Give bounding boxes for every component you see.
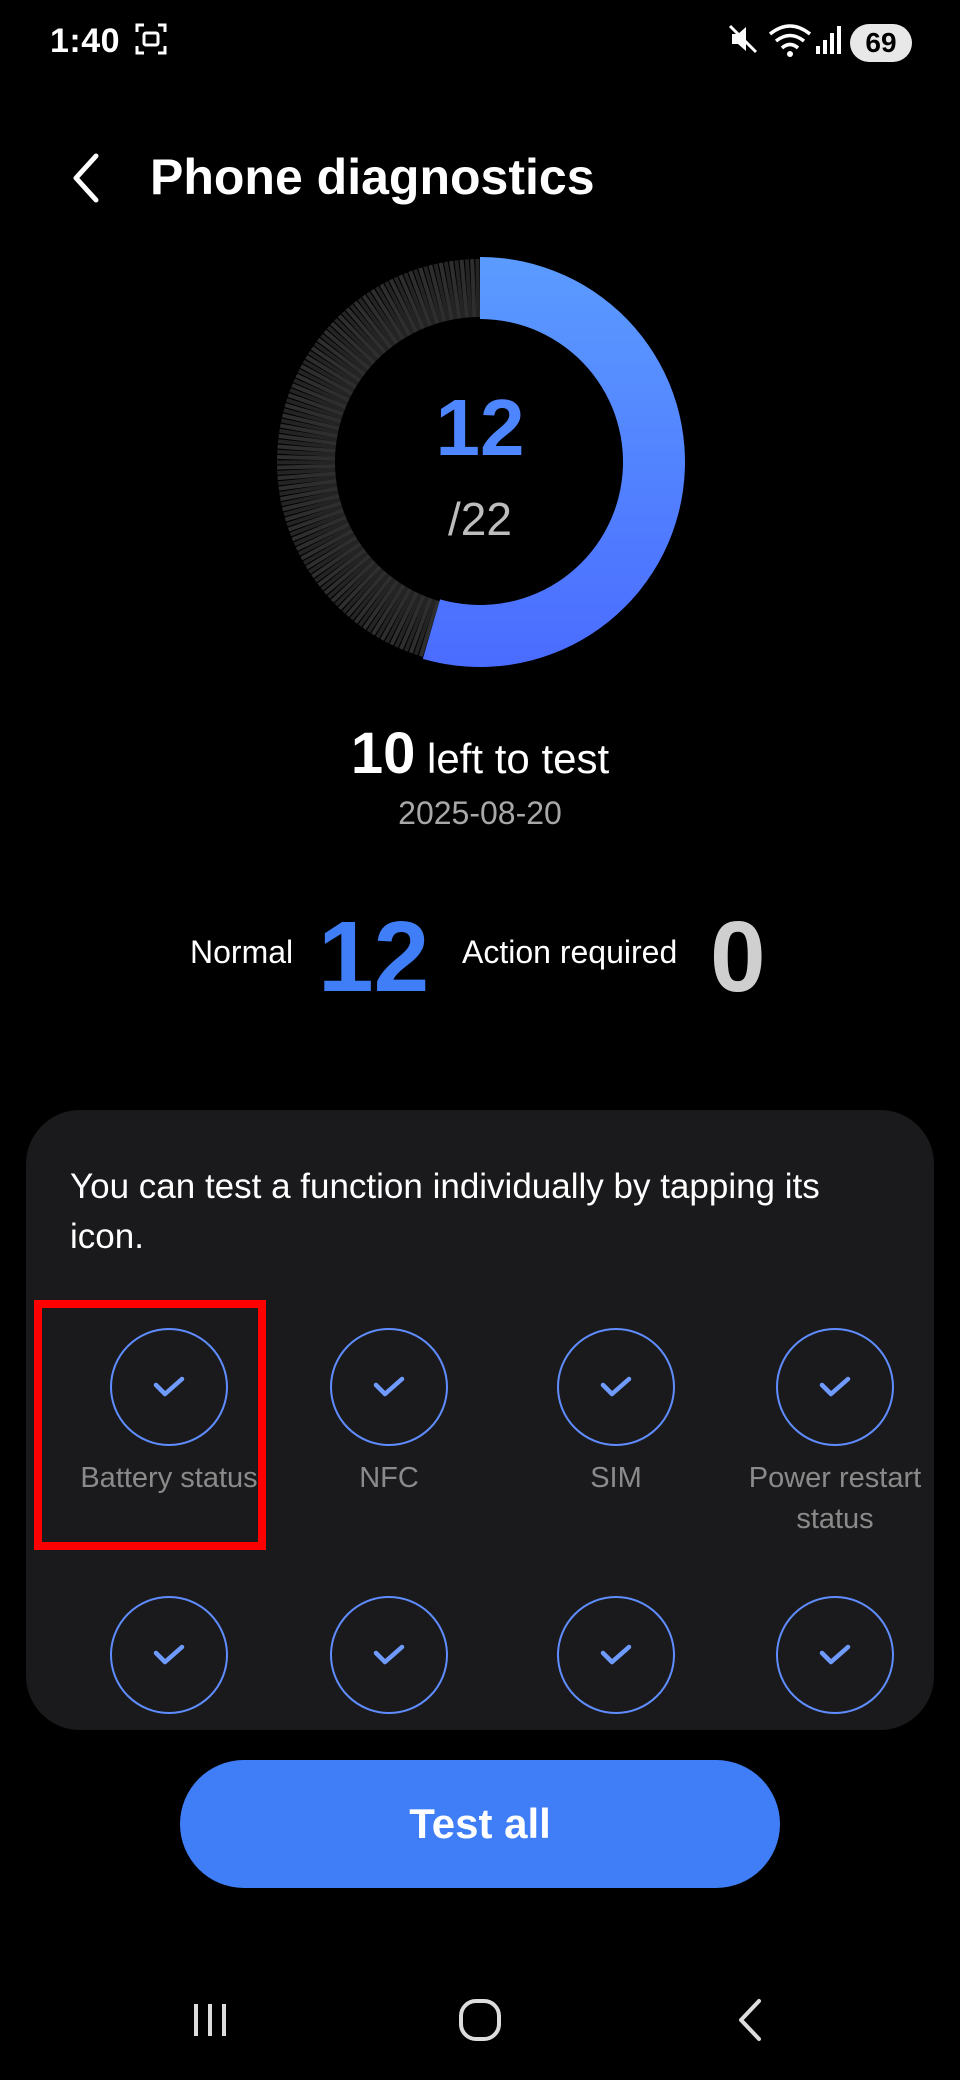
result-summary: Normal 12 Action required 0	[0, 900, 960, 1013]
recents-icon	[194, 2004, 226, 2036]
test-nfc[interactable]: NFC	[279, 1328, 499, 1499]
header: Phone diagnostics	[0, 130, 960, 220]
ring-tick	[470, 259, 477, 318]
normal-count: 12	[318, 901, 430, 1013]
test-label: SIM	[590, 1462, 642, 1494]
check-icon	[600, 1376, 632, 1397]
check-icon	[600, 1644, 632, 1665]
remaining-count: 10	[350, 721, 416, 786]
mute-icon	[728, 24, 758, 54]
total-count: /22	[448, 493, 512, 545]
check-icon	[819, 1376, 851, 1397]
normal-label: Normal	[190, 934, 294, 970]
test-date: 2025-08-20	[398, 795, 562, 831]
action-required-count: 0	[710, 901, 766, 1013]
nav-back-button[interactable]	[710, 1980, 790, 2060]
status-bar: 1:40 69	[0, 0, 960, 90]
check-icon	[819, 1644, 851, 1665]
signal-icon	[816, 26, 841, 54]
test-circle	[776, 1596, 894, 1714]
check-icon	[153, 1644, 185, 1665]
remaining-label: left to test	[427, 735, 610, 782]
back-button[interactable]	[62, 150, 112, 206]
check-icon	[373, 1644, 405, 1665]
test-all-button[interactable]: Test all	[180, 1760, 780, 1888]
test-label: Power restart status	[748, 1462, 922, 1535]
highlight-box	[34, 1300, 266, 1550]
test-item-row2-2[interactable]	[279, 1596, 499, 1714]
test-circle	[110, 1596, 228, 1714]
progress-ring: 12 /22	[270, 252, 690, 672]
completed-count: 12	[435, 383, 525, 472]
test-circle	[557, 1596, 675, 1714]
test-sim[interactable]: SIM	[506, 1328, 726, 1499]
home-button[interactable]	[440, 1980, 520, 2060]
test-power-restart-status[interactable]: Power restart status	[725, 1328, 934, 1540]
battery-level-badge: 69	[850, 24, 912, 62]
screenshot-icon	[135, 23, 167, 55]
chevron-left-icon	[73, 153, 99, 203]
recent-apps-button[interactable]	[170, 1980, 250, 2060]
test-circle	[330, 1596, 448, 1714]
back-icon	[739, 1999, 761, 2041]
wifi-icon	[768, 24, 812, 57]
page-title: Phone diagnostics	[150, 149, 595, 205]
remaining-summary: 10 left to test	[0, 720, 960, 787]
test-item-row2-3[interactable]	[506, 1596, 726, 1714]
test-circle	[557, 1328, 675, 1446]
panel-description: You can test a function individually by …	[70, 1167, 820, 1256]
test-circle	[776, 1328, 894, 1446]
test-circle	[330, 1328, 448, 1446]
navigation-bar	[0, 1980, 960, 2060]
home-icon	[459, 1999, 501, 2041]
test-item-row2-1[interactable]	[59, 1596, 279, 1714]
action-required-label: Action required	[462, 934, 678, 970]
test-label: NFC	[359, 1462, 419, 1494]
check-icon	[373, 1376, 405, 1397]
status-time: 1:40	[50, 22, 121, 60]
test-item-row2-4[interactable]	[725, 1596, 934, 1714]
ring-tick	[475, 258, 481, 318]
